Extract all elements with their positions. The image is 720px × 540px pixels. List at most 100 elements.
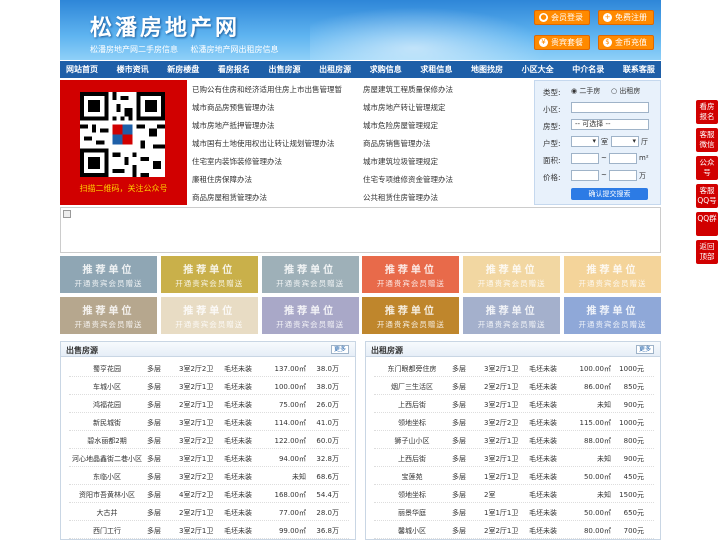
hall-select[interactable]: ▾ (611, 136, 639, 147)
listing-row[interactable]: 上西后街 多层 3室2厅1卫 毛坯未装 未知 900元 (366, 449, 662, 467)
promo-tile[interactable]: 推荐单位 开通贵宾会员赠送 (463, 256, 561, 293)
promo-tile[interactable]: 推荐单位 开通贵宾会员赠送 (261, 297, 359, 334)
promo-tile[interactable]: 推荐单位 开通贵宾会员赠送 (160, 256, 258, 293)
nav-viewing-signup[interactable]: 看房报名 (218, 61, 250, 78)
policy-link[interactable]: 城市危险房屋管理规定 (363, 120, 528, 131)
side-qq-service[interactable]: 客服QQ号 (696, 184, 718, 208)
policy-link[interactable]: 房屋建筑工程质量保修办法 (363, 84, 528, 95)
policy-link[interactable]: 已购公有住房和经济适用住房上市出售管理暂 (192, 84, 357, 95)
listing-row[interactable]: 狮子山小区 多层 3室2厅1卫 毛坯未装 88.00㎡ 800元 (366, 431, 662, 449)
listing-community[interactable]: 狮子山小区 (366, 436, 458, 446)
area-max-input[interactable] (609, 153, 637, 164)
listing-row[interactable]: 大古井 多层 2室2厅1卫 毛坯未装 77.00㎡ 28.0万 (61, 503, 357, 521)
promo-tile[interactable]: 推荐单位 开通贵宾会员赠送 (564, 256, 661, 293)
register-button[interactable]: + 免费注册 (598, 10, 654, 25)
nav-home[interactable]: 网站首页 (66, 61, 98, 78)
nav-agents[interactable]: 中介名录 (572, 61, 604, 78)
policy-link[interactable]: 城市国有土地使用权出让转让规划管理办法 (192, 138, 357, 149)
listing-row[interactable]: 丽景华庭 多层 1室1厅1卫 毛坯未装 50.00㎡ 650元 (366, 503, 662, 521)
listing-community[interactable]: 上西后街 (366, 400, 458, 410)
nav-new-houses[interactable]: 新房楼盘 (167, 61, 199, 78)
side-official-account[interactable]: 公众号 (696, 156, 718, 180)
listing-community[interactable]: 鸿福花园 (61, 400, 153, 410)
promo-tile[interactable]: 推荐单位 开通贵宾会员赠送 (463, 297, 561, 334)
type-radio-sale[interactable]: ◉ 二手房 (571, 86, 600, 96)
listing-community[interactable]: 西门工行 (61, 526, 153, 536)
site-title[interactable]: 松潘房地产网 (90, 10, 240, 42)
nav-want-rent[interactable]: 求租信息 (420, 61, 452, 78)
nav-news[interactable]: 楼市资讯 (117, 61, 149, 78)
listing-community[interactable]: 东门眼都旁住房 (366, 364, 458, 374)
listing-row[interactable]: 资阳市吾黄林小区 多层 4室2厅2卫 毛坯未装 168.00㎡ 54.4万 (61, 485, 357, 503)
policy-link[interactable]: 廉租住房保障办法 (192, 174, 357, 185)
listing-row[interactable]: 领地坐标 多层 3室2厅2卫 毛坯未装 115.00㎡ 1000元 (366, 413, 662, 431)
type-radio-rent[interactable]: ○ 出租房 (611, 86, 640, 96)
listing-community[interactable]: 上西后街 (366, 454, 458, 464)
banner-ad[interactable] (60, 207, 661, 253)
nav-for-rent[interactable]: 出租房源 (319, 61, 351, 78)
vip-package-button[interactable]: ¥ 贵宾套餐 (534, 35, 590, 50)
promo-tile[interactable]: 推荐单位 开通贵宾会员赠送 (60, 256, 157, 293)
policy-link[interactable]: 城市建筑垃圾管理规定 (363, 156, 528, 167)
area-min-input[interactable] (571, 153, 599, 164)
nav-communities[interactable]: 小区大全 (522, 61, 554, 78)
recharge-button[interactable]: $ 金币充值 (598, 35, 654, 50)
listing-community[interactable]: 领地坐标 (366, 418, 458, 428)
price-min-input[interactable] (571, 170, 599, 181)
listing-row[interactable]: 碧水丽都2期 多层 3室2厅2卫 毛坯未装 122.00㎡ 60.0万 (61, 431, 357, 449)
nav-for-sale[interactable]: 出售房源 (269, 61, 301, 78)
login-button[interactable]: ● 会员登录 (534, 10, 590, 25)
listing-row[interactable]: 车城小区 多层 3室2厅1卫 毛坯未装 100.00㎡ 38.0万 (61, 377, 357, 395)
listing-row[interactable]: 东临小区 多层 3室2厅2卫 毛坯未装 未知 68.6万 (61, 467, 357, 485)
second-hand-link[interactable]: 松潘房地产网二手房信息 (90, 45, 178, 54)
side-viewing-signup[interactable]: 看房报名 (696, 100, 718, 124)
listing-row[interactable]: 宝莲苑 多层 1室2厅1卫 毛坯未装 50.00㎡ 450元 (366, 467, 662, 485)
policy-link[interactable]: 城市房地产抵押管理办法 (192, 120, 357, 131)
listing-community[interactable]: 车城小区 (61, 382, 153, 392)
listing-community[interactable]: 碧水丽都2期 (61, 436, 153, 446)
listing-community[interactable]: 馨城小区 (366, 526, 458, 536)
listing-row[interactable]: 领地坐标 多层 2室 毛坯未装 未知 1500元 (366, 485, 662, 503)
listing-community[interactable]: 东临小区 (61, 472, 153, 482)
nav-want-buy[interactable]: 求购信息 (370, 61, 402, 78)
rent-more-link[interactable]: 更多 (635, 345, 654, 354)
rental-link[interactable]: 松潘房地产网出租房信息 (191, 45, 279, 54)
promo-tile[interactable]: 推荐单位 开通贵宾会员赠送 (261, 256, 359, 293)
room-select[interactable]: ▾ (571, 136, 599, 147)
listing-row[interactable]: 馨城小区 多层 2室2厅1卫 毛坯未装 80.00㎡ 700元 (366, 521, 662, 539)
promo-tile[interactable]: 推荐单位 开通贵宾会员赠送 (564, 297, 661, 334)
listing-row[interactable]: 新民城街 多层 3室2厅1卫 毛坯未装 114.00㎡ 41.0万 (61, 413, 357, 431)
housetype-select[interactable]: -- 可选择 -- (571, 119, 649, 130)
listing-row[interactable]: 烟厂三生活区 多层 2室2厅1卫 毛坯未装 86.00㎡ 850元 (366, 377, 662, 395)
price-max-input[interactable] (609, 170, 637, 181)
listing-community[interactable]: 新民城街 (61, 418, 153, 428)
search-submit-button[interactable]: 确认提交搜索 (571, 188, 648, 200)
policy-link[interactable]: 商品房销售管理办法 (363, 138, 528, 149)
listing-community[interactable]: 河心地晶鑫街二巷小区 (61, 454, 153, 464)
listing-community[interactable]: 蜀亨花园 (61, 364, 153, 374)
listing-row[interactable]: 蜀亨花园 多层 3室2厅2卫 毛坯未装 137.00㎡ 38.0万 (61, 359, 357, 377)
nav-contact[interactable]: 联系客服 (623, 61, 655, 78)
policy-link[interactable]: 公共租赁住房管理办法 (363, 192, 528, 203)
listing-row[interactable]: 东门眼都旁住房 多层 3室2厅1卫 毛坯未装 100.00㎡ 1000元 (366, 359, 662, 377)
policy-link[interactable]: 住宅室内装饰装修管理办法 (192, 156, 357, 167)
listing-row[interactable]: 鸿福花园 多层 2室2厅1卫 毛坯未装 75.00㎡ 26.0万 (61, 395, 357, 413)
nav-map-search[interactable]: 地图找房 (471, 61, 503, 78)
side-wechat-service[interactable]: 客服微信 (696, 128, 718, 152)
policy-link[interactable]: 城市商品房预售管理办法 (192, 102, 357, 113)
side-qq-group[interactable]: QQ群 (696, 212, 718, 236)
sale-more-link[interactable]: 更多 (330, 345, 349, 354)
policy-link[interactable]: 商品房屋租赁管理办法 (192, 192, 357, 203)
policy-link[interactable]: 城市房地产转让管理规定 (363, 102, 528, 113)
promo-tile[interactable]: 推荐单位 开通贵宾会员赠送 (160, 297, 258, 334)
listing-community[interactable]: 丽景华庭 (366, 508, 458, 518)
listing-community[interactable]: 资阳市吾黄林小区 (61, 490, 153, 500)
listing-community[interactable]: 领地坐标 (366, 490, 458, 500)
community-input[interactable] (571, 102, 649, 113)
listing-row[interactable]: 西门工行 多层 3室2厅1卫 毛坯未装 99.00㎡ 36.8万 (61, 521, 357, 539)
listing-community[interactable]: 宝莲苑 (366, 472, 458, 482)
promo-tile[interactable]: 推荐单位 开通贵宾会员赠送 (362, 297, 460, 334)
promo-tile[interactable]: 推荐单位 开通贵宾会员赠送 (60, 297, 157, 334)
side-back-to-top[interactable]: 返回顶部 (696, 240, 718, 264)
listing-row[interactable]: 河心地晶鑫街二巷小区 多层 3室2厅1卫 毛坯未装 94.00㎡ 32.8万 (61, 449, 357, 467)
